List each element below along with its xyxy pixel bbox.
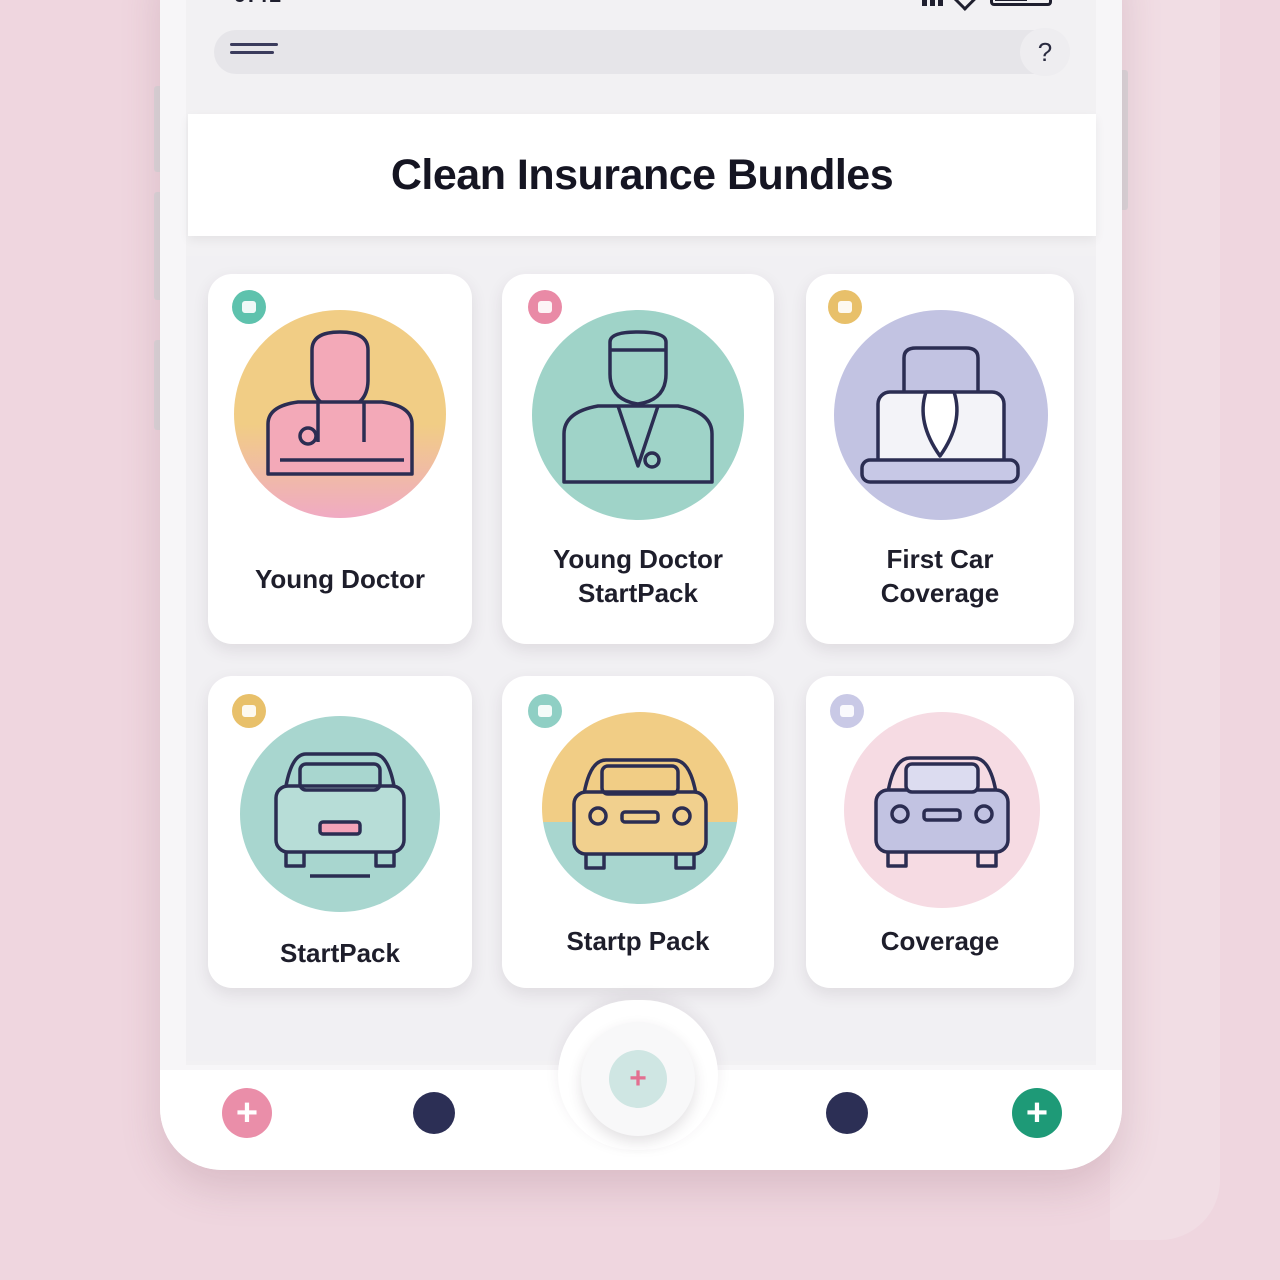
page-title: Clean Insurance Bundles <box>390 150 894 199</box>
status-bar: 9:41 <box>186 0 1096 11</box>
card-illustration-circle <box>240 716 440 912</box>
search-bar[interactable]: ? <box>214 28 1070 76</box>
card-illustration-circle <box>542 712 738 904</box>
signal-icon <box>922 0 943 6</box>
bundle-grid: Young Doctor Young Doctor StartPack Firs… <box>186 256 1096 1061</box>
center-fab-container: + <box>558 1000 718 1150</box>
card-label: Coverage <box>880 926 1000 956</box>
card-label: StartPack <box>280 938 400 968</box>
bundle-card-startpack[interactable]: StartPack <box>208 676 472 988</box>
add-pink-button[interactable]: + <box>222 1088 272 1138</box>
status-icons <box>922 0 1052 11</box>
card-label: Young Doctor <box>255 564 425 594</box>
doctor-icon <box>234 310 446 518</box>
card-illustration-circle <box>234 310 446 518</box>
phone-frame: 9:41 ? Clean Insurance Bundles <box>160 0 1122 1170</box>
battery-icon <box>990 0 1052 6</box>
plus-icon: + <box>1025 1092 1049 1134</box>
bag-icon <box>834 310 1048 520</box>
bundle-card-young-doctor[interactable]: Young Doctor <box>208 274 472 644</box>
card-label: First Car Coverage <box>880 544 1000 608</box>
card-label: Startp Pack <box>566 926 710 956</box>
center-fab-button[interactable]: + <box>581 1022 695 1136</box>
car-front-icon <box>844 712 1040 908</box>
card-label: Young Doctor StartPack <box>553 544 723 608</box>
card-illustration-circle <box>844 712 1040 908</box>
bundle-card-young-doctor-startpack[interactable]: Young Doctor StartPack <box>502 274 774 644</box>
bundle-card-first-car-coverage[interactable]: First Car Coverage <box>806 274 1074 644</box>
car-front-icon <box>542 712 738 904</box>
car-front-icon <box>240 716 440 912</box>
power-button <box>1122 70 1128 210</box>
card-illustration-circle <box>834 310 1048 520</box>
status-time: 9:41 <box>234 0 282 8</box>
bundle-card-coverage[interactable]: Coverage <box>806 676 1074 988</box>
app-screen: 9:41 ? Clean Insurance Bundles <box>186 0 1096 1065</box>
plus-icon: + <box>235 1092 259 1134</box>
menu-icon[interactable] <box>230 43 278 61</box>
wifi-icon <box>950 0 977 11</box>
center-plus-icon: + <box>609 1050 667 1108</box>
nav-dot-left[interactable] <box>413 1092 455 1134</box>
nav-dot-right[interactable] <box>826 1092 868 1134</box>
doctor-coat-icon <box>532 310 744 520</box>
help-icon[interactable]: ? <box>1020 28 1070 76</box>
card-illustration-circle <box>532 310 744 520</box>
add-green-button[interactable]: + <box>1012 1088 1062 1138</box>
bundle-card-startp-pack[interactable]: Startp Pack <box>502 676 774 988</box>
title-card: Clean Insurance Bundles <box>188 114 1096 236</box>
